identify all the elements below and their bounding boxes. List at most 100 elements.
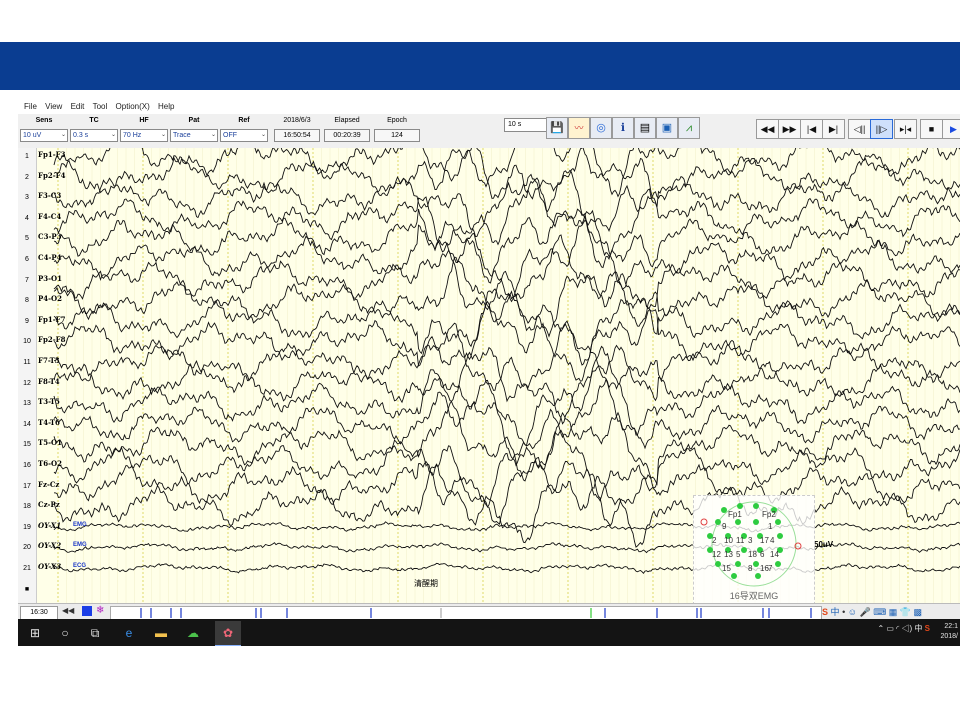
play-button[interactable]: ▶ — [942, 119, 960, 139]
patient-icon[interactable]: ℹ — [612, 117, 634, 139]
channel-number: 10 — [23, 338, 31, 346]
previous-page-icon[interactable]: ◀◀ — [62, 606, 74, 615]
channel-label[interactable]: F4-C4 — [38, 212, 61, 221]
chart-icon[interactable]: ⩘ — [678, 117, 700, 139]
channel-label[interactable]: OY-X3 — [38, 562, 61, 571]
channel-label[interactable]: Fp1-F3 — [38, 150, 65, 159]
electrode-dot — [741, 547, 747, 553]
channel-label[interactable]: Fp1-F7 — [38, 315, 65, 324]
channel-number: 1 — [25, 153, 29, 160]
stop-button[interactable]: ■ — [920, 119, 943, 139]
mic-icon[interactable]: 🎤 — [859, 607, 870, 617]
network-icon[interactable]: ◜ — [896, 624, 899, 633]
channel-label[interactable]: Fz-Cz — [38, 480, 59, 489]
save-icon[interactable]: 💾 — [546, 117, 568, 139]
step-forward-button[interactable]: ||▷ — [870, 119, 893, 139]
chevron-down-icon: ⌄ — [60, 132, 66, 138]
edge-browser-icon[interactable]: e — [118, 623, 140, 643]
compress-button[interactable]: ▸|◂ — [894, 119, 917, 139]
event-timeline[interactable] — [110, 606, 822, 620]
wechat-icon[interactable]: ☁ — [182, 623, 204, 643]
search-icon[interactable]: ○ — [54, 623, 76, 643]
channel-label[interactable]: T3-T5 — [38, 397, 60, 406]
channel-number: 19 — [23, 523, 31, 531]
channel-label[interactable]: Cz-Pz — [38, 500, 60, 509]
channel-label[interactable]: Fp2-F4 — [38, 171, 65, 180]
elapsed-display: Elapsed 00:20:39 — [324, 116, 370, 142]
elapsed-value: 00:20:39 — [324, 129, 370, 142]
channel-number: 15 — [23, 441, 31, 449]
channel-label[interactable]: F8-T4 — [38, 377, 60, 386]
sogou-icon[interactable]: S — [822, 607, 828, 617]
channel-label[interactable]: T4-T6 — [38, 418, 60, 427]
task-view-icon[interactable]: ⧉ — [84, 623, 106, 643]
camera-icon[interactable]: ▣ — [656, 117, 678, 139]
grid-icon[interactable]: ▩ — [913, 607, 922, 617]
emoji-icon[interactable]: ☺ — [848, 607, 857, 617]
globe-icon[interactable]: ◎ — [590, 117, 612, 139]
record-marker-icon[interactable] — [82, 606, 92, 616]
ime-tray-icon[interactable]: 中 — [914, 624, 922, 633]
taskbar-clock[interactable]: 22:1 2018/ — [934, 622, 958, 642]
ref-select[interactable]: OFF ⌄ — [220, 129, 268, 142]
eeg-app-icon[interactable]: ✿ — [217, 623, 239, 643]
input-method-tray: S 中 • ☺ 🎤 ⌨ ▦ 👕 ▩ — [822, 605, 922, 618]
ime-icon[interactable]: 中 — [831, 607, 840, 617]
channel-label[interactable]: F3-C3 — [38, 191, 61, 200]
electrode-montage-map: Fp1 Fp2 9 1 2 10 11 3 17 4 12 13 5 18 6 14 15 7 8 16 16导双EM… — [693, 495, 815, 605]
ref-label: Ref — [238, 117, 250, 124]
sogou-tray-icon[interactable]: S — [925, 624, 930, 633]
eeg-trace-area[interactable] — [18, 148, 960, 603]
skin-icon[interactable]: 👕 — [900, 607, 911, 617]
step-back-button[interactable]: ◁|| — [848, 119, 871, 139]
signal-on-icon[interactable]: 〰 — [568, 117, 590, 139]
keyboard-icon[interactable]: ⌨ — [873, 607, 886, 617]
electrode-pin: 5 — [736, 550, 741, 559]
menu-edit[interactable]: Edit — [71, 100, 85, 114]
snowflake-icon[interactable]: ❄ — [96, 605, 104, 616]
channel-label[interactable]: OY-X2 — [38, 541, 61, 550]
time-window-select[interactable]: 10 s — [504, 118, 547, 132]
channel-label[interactable]: C4-P4 — [38, 253, 61, 262]
battery-icon[interactable]: ▭ — [886, 624, 894, 633]
menu-help[interactable]: Help — [158, 100, 174, 114]
channel-label[interactable]: OY-X1 — [38, 521, 61, 530]
hf-select[interactable]: 70 Hz ⌄ — [120, 129, 168, 142]
channel-label[interactable]: P4-O2 — [38, 294, 62, 303]
menu-option[interactable]: Option(X) — [116, 100, 150, 114]
file-explorer-icon[interactable]: ▬ — [150, 623, 172, 643]
electrode-dot — [735, 561, 741, 567]
channel-number: 9 — [25, 317, 29, 325]
eeg-viewer-window: File View Edit Tool Option(X) Help Sens … — [18, 100, 960, 646]
menu-tool[interactable]: Tool — [93, 100, 108, 114]
epoch-display: Epoch 124 — [374, 116, 420, 142]
electrode-dot — [715, 561, 721, 567]
pat-label: Pat — [188, 117, 200, 124]
menu-file[interactable]: File — [24, 100, 37, 114]
channel-label[interactable]: T5-O1 — [38, 438, 62, 447]
volume-icon[interactable]: ◁) — [902, 624, 913, 633]
channel-number: 14 — [23, 420, 31, 428]
sens-select[interactable]: 10 uV ⌄ — [20, 129, 68, 142]
channel-number: 17 — [23, 482, 31, 490]
sens-control: Sens 10 uV ⌄ — [20, 116, 68, 142]
channel-label[interactable]: P3-O1 — [38, 274, 62, 283]
windows-start-icon[interactable]: ⊞ — [24, 623, 46, 643]
electrode-dot — [753, 519, 759, 525]
tc-select[interactable]: 0.3 s ⌄ — [70, 129, 118, 142]
page-start-button[interactable]: |◀ — [800, 119, 823, 139]
rewind-button[interactable]: ◀◀ — [756, 119, 779, 139]
channel-label[interactable]: F7-T3 — [38, 356, 60, 365]
page-end-button[interactable]: ▶| — [822, 119, 845, 139]
channel-label[interactable]: Fp2-F8 — [38, 335, 65, 344]
punctuation-icon[interactable]: • — [842, 607, 845, 617]
time-value: 16:50:54 — [274, 129, 320, 142]
menu-view[interactable]: View — [45, 100, 62, 114]
printer-icon[interactable]: ▤ — [634, 117, 656, 139]
chevron-up-icon[interactable]: ⌃ — [877, 624, 884, 633]
fast-forward-button[interactable]: ▶▶ — [778, 119, 801, 139]
pat-select[interactable]: Trace ⌄ — [170, 129, 218, 142]
channel-label[interactable]: T6-O2 — [38, 459, 62, 468]
channel-label[interactable]: C3-P3 — [38, 232, 61, 241]
toolbox-icon[interactable]: ▦ — [889, 607, 898, 617]
